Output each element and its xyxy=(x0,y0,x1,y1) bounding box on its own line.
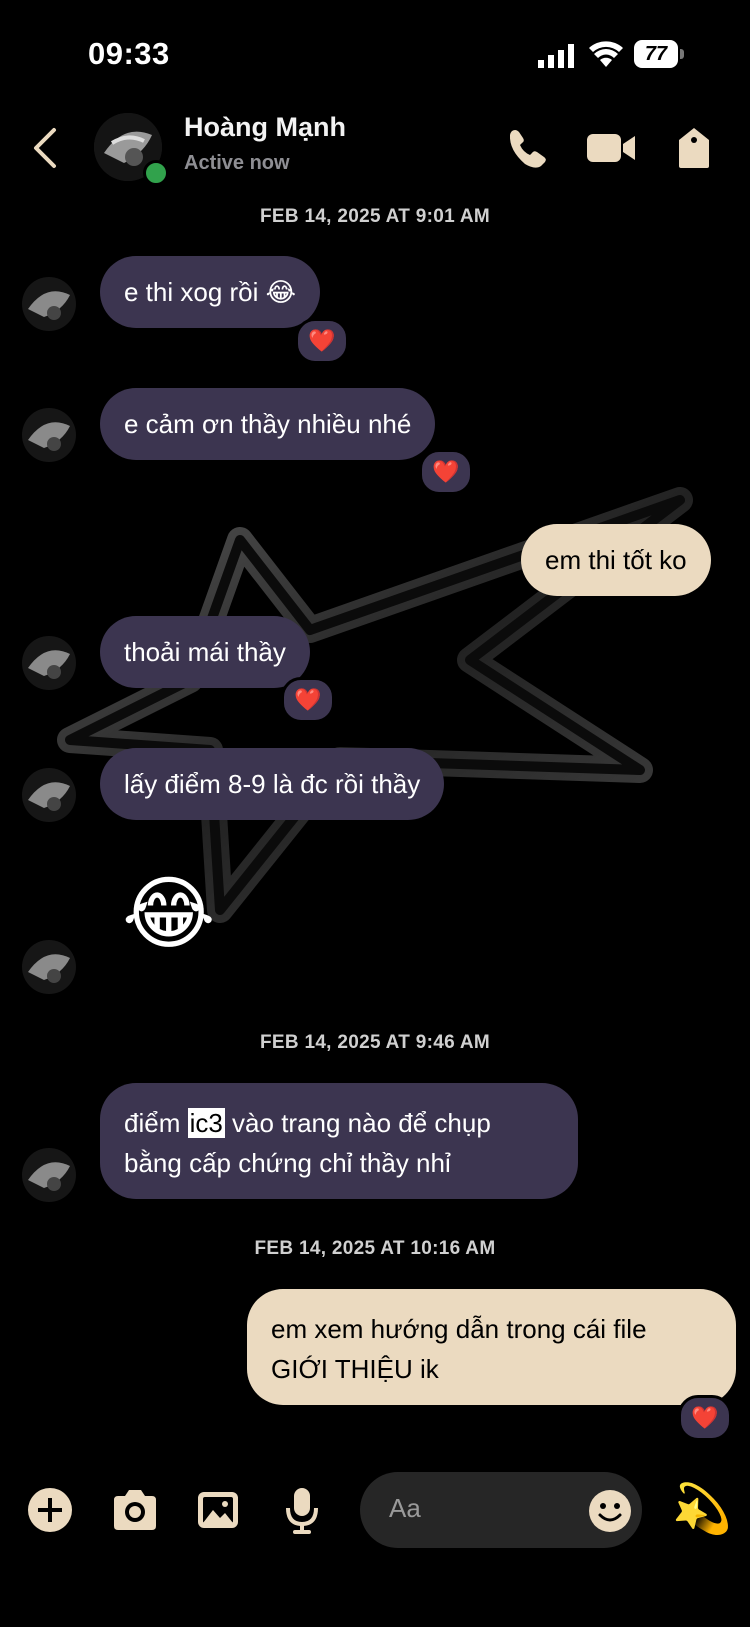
timestamp: FEB 14, 2025 AT 9:46 AM xyxy=(259,1032,491,1053)
quick-reaction-button[interactable]: 💫 xyxy=(672,1480,732,1540)
message-bubble-incoming[interactable]: điểm ic3 vào trang nào để chụp bằng cấp … xyxy=(100,1083,578,1199)
back-icon[interactable] xyxy=(30,126,60,170)
phone-icon[interactable] xyxy=(505,126,549,170)
camera-icon[interactable] xyxy=(110,1486,160,1534)
message-bubble-outgoing[interactable]: em thi tốt ko xyxy=(521,524,711,596)
message-bubble-incoming[interactable]: e thi xog rồi 😂 xyxy=(100,256,321,328)
heart-reaction[interactable]: ❤️ xyxy=(295,318,349,364)
plus-icon[interactable] xyxy=(26,1486,74,1534)
image-icon[interactable] xyxy=(196,1486,240,1534)
message-text-line: bằng cấp chứng chỉ thầy nhỉ xyxy=(124,1148,451,1178)
online-indicator xyxy=(143,160,169,186)
microphone-icon[interactable] xyxy=(284,1486,320,1534)
heart-reaction[interactable]: ❤️ xyxy=(678,1395,732,1441)
contact-status: Active now xyxy=(184,152,290,174)
message-bubble-outgoing[interactable]: em xem hướng dẫn trong cái file GIỚI THI… xyxy=(247,1289,736,1405)
heart-reaction[interactable]: ❤️ xyxy=(281,677,335,723)
tag-icon[interactable] xyxy=(675,126,713,170)
large-emoji-message[interactable]: 😂 xyxy=(122,866,215,962)
message-text-line: điểm ic3 vào trang nào để chụp xyxy=(124,1108,491,1138)
message-text-line: GIỚI THIỆU ik xyxy=(271,1354,439,1384)
contact-name[interactable]: Hoàng Mạnh xyxy=(184,112,346,143)
video-icon[interactable] xyxy=(585,126,637,170)
message-text: thoải mái thầy xyxy=(124,637,286,667)
sender-avatar[interactable] xyxy=(22,636,76,690)
status-time: 09:33 xyxy=(88,36,170,71)
sender-avatar[interactable] xyxy=(22,940,76,994)
message-bubble-incoming[interactable]: e cảm ơn thầy nhiều nhé xyxy=(100,388,436,460)
heart-reaction[interactable]: ❤️ xyxy=(419,449,473,495)
sender-avatar[interactable] xyxy=(22,1148,76,1202)
wifi-icon xyxy=(589,41,623,67)
sender-avatar[interactable] xyxy=(22,277,76,331)
sender-avatar[interactable] xyxy=(22,768,76,822)
message-input-placeholder: Aa xyxy=(389,1493,421,1523)
message-text: e cảm ơn thầy nhiều nhé xyxy=(124,409,412,439)
search-highlight: ic3 xyxy=(187,1108,225,1138)
message-text: em thi tốt ko xyxy=(545,545,687,575)
message-text: lấy điểm 8-9 là đc rồi thầy xyxy=(124,769,421,799)
message-text-line: em xem hướng dẫn trong cái file xyxy=(271,1314,647,1344)
timestamp: FEB 14, 2025 AT 9:01 AM xyxy=(259,206,491,227)
emoji-icon[interactable] xyxy=(588,1489,632,1533)
message-text: e thi xog rồi 😂 xyxy=(124,277,297,307)
battery-level: 77 xyxy=(644,43,668,65)
sender-avatar[interactable] xyxy=(22,408,76,462)
timestamp: FEB 14, 2025 AT 10:16 AM xyxy=(254,1238,496,1259)
battery-icon: 77 xyxy=(634,40,684,68)
message-bubble-incoming[interactable]: lấy điểm 8-9 là đc rồi thầy xyxy=(100,748,445,820)
cellular-signal-icon xyxy=(538,44,574,68)
message-bubble-incoming[interactable]: thoải mái thầy xyxy=(100,616,310,688)
